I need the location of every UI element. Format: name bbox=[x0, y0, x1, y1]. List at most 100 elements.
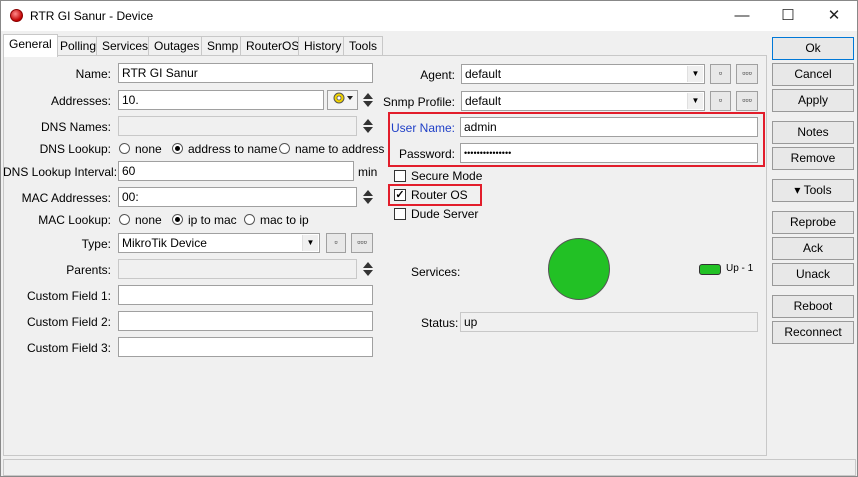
dns-names-updown[interactable] bbox=[362, 116, 374, 136]
custom-field-2-input[interactable] bbox=[118, 311, 373, 331]
remove-button[interactable]: Remove bbox=[772, 147, 854, 170]
address-lookup-button[interactable] bbox=[327, 90, 358, 110]
agent-select[interactable]: default ▼ bbox=[461, 64, 705, 84]
tab-services[interactable]: Services bbox=[96, 36, 155, 56]
apply-button[interactable]: Apply bbox=[772, 89, 854, 112]
dns-lookup-label: DNS Lookup: bbox=[39, 142, 111, 156]
password-input[interactable]: ••••••••••••••• bbox=[460, 143, 758, 163]
type-more-button[interactable]: ▫▫▫ bbox=[351, 233, 373, 253]
dns-lookup-interval-input[interactable]: 60 bbox=[118, 161, 354, 181]
mac-addresses-input[interactable]: 00: bbox=[118, 187, 357, 207]
mac-lookup-ip-to-mac-label: ip to mac bbox=[188, 213, 237, 227]
status-value: up bbox=[460, 312, 758, 332]
chevron-down-icon: ▼ bbox=[687, 93, 703, 109]
type-select[interactable]: MikroTik Device ▼ bbox=[118, 233, 320, 253]
name-label: Name: bbox=[75, 67, 111, 81]
agent-label: Agent: bbox=[420, 68, 455, 82]
dns-names-input[interactable] bbox=[118, 116, 357, 136]
mac-lookup-label: MAC Lookup: bbox=[38, 213, 111, 227]
password-label: Password: bbox=[398, 147, 455, 161]
mac-lookup-none-label: none bbox=[135, 213, 162, 227]
dns-lookup-none-radio[interactable] bbox=[119, 143, 130, 154]
dns-names-label: DNS Names: bbox=[40, 120, 111, 134]
device-window: RTR GI Sanur - Device — ☐ ✕ General Poll… bbox=[0, 0, 858, 477]
agent-select-value: default bbox=[465, 67, 502, 81]
minimize-button[interactable]: — bbox=[719, 1, 765, 31]
mac-lookup-ip-to-mac-radio[interactable] bbox=[172, 214, 183, 225]
type-small-button[interactable]: ▫ bbox=[326, 233, 346, 253]
status-label: Status: bbox=[421, 316, 459, 330]
notes-button[interactable]: Notes bbox=[772, 121, 854, 144]
dude-server-label: Dude Server bbox=[411, 207, 479, 221]
router-os-label: Router OS bbox=[411, 188, 468, 202]
addresses-input[interactable]: 10. bbox=[118, 90, 324, 110]
dns-lookup-name-to-address-label: name to address bbox=[295, 142, 385, 156]
tab-routeros[interactable]: RouterOS bbox=[240, 36, 306, 56]
dns-lookup-none-label: none bbox=[135, 142, 162, 156]
lookup-gear-icon bbox=[333, 92, 353, 104]
custom-field-1-input[interactable] bbox=[118, 285, 373, 305]
snmp-profile-label: Snmp Profile: bbox=[382, 95, 455, 109]
router-os-checkbox[interactable]: ✓ bbox=[394, 189, 406, 201]
maximize-button[interactable]: ☐ bbox=[765, 1, 811, 31]
name-input[interactable]: RTR GI Sanur bbox=[118, 63, 373, 83]
dns-lookup-address-to-name-radio[interactable] bbox=[172, 143, 183, 154]
secure-mode-label: Secure Mode bbox=[411, 169, 483, 183]
cancel-button[interactable]: Cancel bbox=[772, 63, 854, 86]
mac-lookup-mac-to-ip-label: mac to ip bbox=[260, 213, 309, 227]
custom-field-1-label: Custom Field 1: bbox=[26, 289, 111, 303]
reconnect-button[interactable]: Reconnect bbox=[772, 321, 854, 344]
close-button[interactable]: ✕ bbox=[811, 1, 857, 31]
addresses-updown[interactable] bbox=[362, 90, 374, 110]
parents-input[interactable] bbox=[118, 259, 357, 279]
dns-lookup-interval-unit: min bbox=[358, 165, 378, 179]
snmp-profile-select[interactable]: default ▼ bbox=[461, 91, 705, 111]
unack-button[interactable]: Unack bbox=[772, 263, 854, 286]
tab-outages[interactable]: Outages bbox=[148, 36, 206, 56]
services-label: Services: bbox=[411, 265, 461, 279]
dns-lookup-interval-label: DNS Lookup Interval: bbox=[3, 165, 118, 179]
mac-addresses-updown[interactable] bbox=[362, 187, 374, 207]
tab-history[interactable]: History bbox=[298, 36, 348, 56]
mac-lookup-none-radio[interactable] bbox=[119, 214, 130, 225]
tools-menu-button[interactable]: ▾ Tools bbox=[772, 179, 854, 202]
agent-more-button[interactable]: ▫▫▫ bbox=[736, 64, 758, 84]
tab-general[interactable]: General bbox=[3, 34, 58, 57]
title-bar: RTR GI Sanur - Device — ☐ ✕ bbox=[1, 1, 857, 31]
snmp-profile-select-value: default bbox=[465, 94, 502, 108]
user-name-input[interactable]: admin bbox=[460, 117, 758, 137]
ack-button[interactable]: Ack bbox=[772, 237, 854, 260]
dns-lookup-name-to-address-radio[interactable] bbox=[279, 143, 290, 154]
tab-tools[interactable]: Tools bbox=[343, 36, 384, 56]
custom-field-3-input[interactable] bbox=[118, 337, 373, 357]
mac-lookup-mac-to-ip-radio[interactable] bbox=[244, 214, 255, 225]
secure-mode-checkbox[interactable] bbox=[394, 170, 406, 182]
chevron-down-icon: ▼ bbox=[687, 66, 703, 82]
type-select-value: MikroTik Device bbox=[122, 236, 207, 250]
agent-small-button[interactable]: ▫ bbox=[710, 64, 731, 84]
addresses-label: Addresses: bbox=[50, 94, 111, 108]
custom-field-2-label: Custom Field 2: bbox=[26, 315, 111, 329]
services-status-indicator bbox=[548, 238, 610, 300]
app-icon bbox=[10, 9, 23, 22]
parents-updown[interactable] bbox=[362, 259, 374, 279]
mac-addresses-label: MAC Addresses: bbox=[21, 191, 111, 205]
tab-snmp[interactable]: Snmp bbox=[201, 36, 245, 56]
tab-polling[interactable]: Polling bbox=[54, 36, 103, 56]
snmp-profile-more-button[interactable]: ▫▫▫ bbox=[736, 91, 758, 111]
status-bar bbox=[3, 459, 856, 476]
reboot-button[interactable]: Reboot bbox=[772, 295, 854, 318]
snmp-profile-small-button[interactable]: ▫ bbox=[710, 91, 731, 111]
dns-lookup-address-to-name-label: address to name bbox=[188, 142, 278, 156]
services-legend-swatch bbox=[699, 264, 721, 275]
dude-server-checkbox[interactable] bbox=[394, 208, 406, 220]
custom-field-3-label: Custom Field 3: bbox=[26, 341, 111, 355]
parents-label: Parents: bbox=[66, 263, 111, 277]
chevron-down-icon: ▼ bbox=[302, 235, 318, 251]
services-legend-label: Up - 1 bbox=[726, 263, 754, 274]
type-label: Type: bbox=[81, 237, 111, 251]
reprobe-button[interactable]: Reprobe bbox=[772, 211, 854, 234]
user-name-label: User Name: bbox=[390, 121, 455, 135]
window-title: RTR GI Sanur - Device bbox=[30, 9, 154, 23]
ok-button[interactable]: Ok bbox=[772, 37, 854, 60]
